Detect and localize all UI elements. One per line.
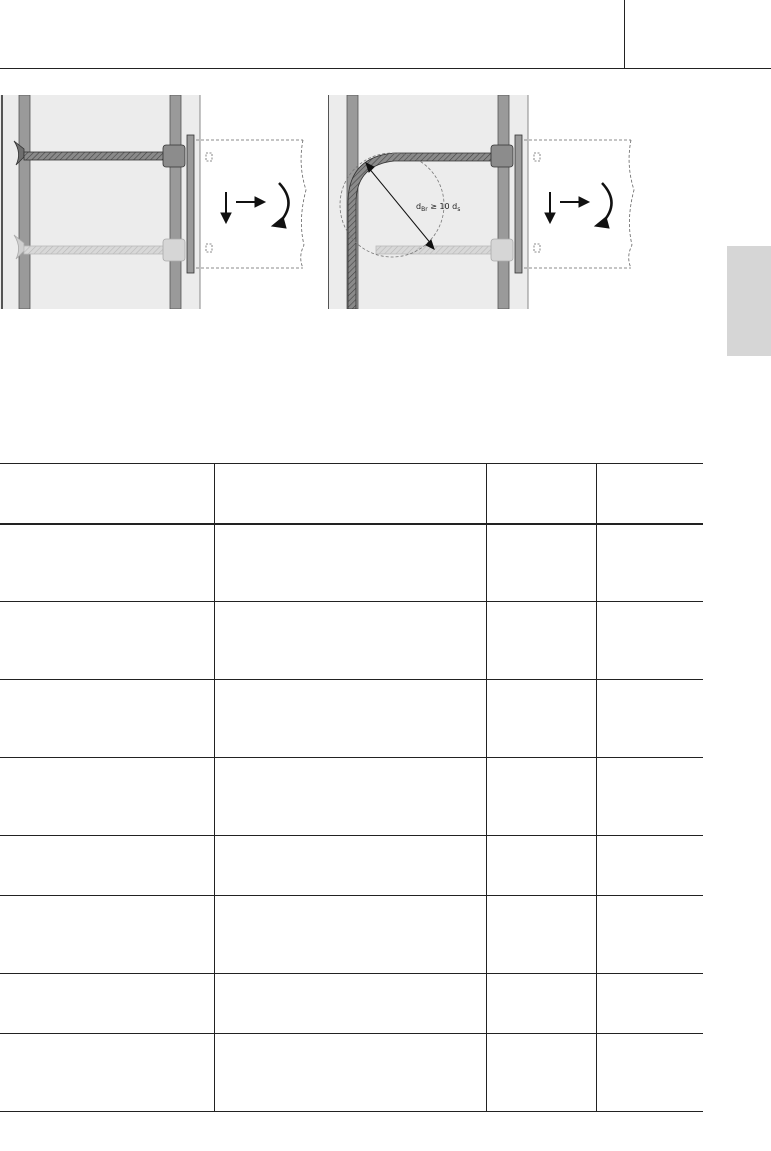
table-cell <box>595 601 703 680</box>
table-row <box>0 679 703 758</box>
coupler-lower <box>490 238 514 262</box>
table-cell <box>0 601 214 680</box>
table-cell <box>595 1033 703 1112</box>
table-cell <box>0 1033 214 1112</box>
spec-table <box>0 463 703 1112</box>
table-cell <box>213 679 486 758</box>
table-cell <box>485 601 596 680</box>
table-cell <box>595 895 703 974</box>
table-cell <box>485 679 596 758</box>
vertical-rebar-right <box>497 95 510 309</box>
coupler-upper <box>490 144 514 168</box>
table-header-row <box>0 463 703 525</box>
table-cell <box>213 757 486 836</box>
table-cell <box>213 601 486 680</box>
table-cell <box>213 895 486 974</box>
end-plate <box>186 134 195 274</box>
table-cell <box>0 835 214 896</box>
table-cell <box>595 679 703 758</box>
end-plate <box>514 134 523 274</box>
table-cell <box>0 973 214 1034</box>
table-row <box>0 895 703 974</box>
table-header-cell <box>595 463 703 525</box>
anchor-bar-lower <box>23 245 165 255</box>
figure-anchor-straight-drawing <box>0 95 307 309</box>
table-row <box>0 601 703 680</box>
table-cell <box>485 835 596 896</box>
table-row <box>0 1033 703 1112</box>
vertical-rebar-left <box>18 95 31 309</box>
figure-anchor-bent: dBr ≥ 10 ds <box>328 95 638 309</box>
table-cell <box>595 973 703 1034</box>
table-cell <box>0 679 214 758</box>
figure-anchor-straight <box>0 95 310 309</box>
table-header-cell <box>0 463 214 525</box>
vertical-rebar-right <box>169 95 182 309</box>
coupler-upper <box>162 144 186 168</box>
table-cell <box>485 973 596 1034</box>
table-header-cell <box>485 463 596 525</box>
anchor-bar-lower <box>375 245 493 255</box>
table-cell <box>213 1033 486 1112</box>
side-tab-marker <box>727 246 771 356</box>
anchor-bar-upper <box>23 151 165 161</box>
table-cell <box>595 523 703 602</box>
table-cell <box>595 757 703 836</box>
load-arrows-icon <box>544 182 613 229</box>
table-cell <box>485 1033 596 1112</box>
table-cell <box>595 835 703 896</box>
table-row <box>0 835 703 896</box>
table-row <box>0 973 703 1034</box>
header-rule <box>0 68 771 69</box>
table-cell <box>213 835 486 896</box>
table-cell <box>485 757 596 836</box>
table-cell <box>0 895 214 974</box>
table-row <box>0 757 703 836</box>
table-cell <box>485 523 596 602</box>
header-divider <box>624 0 625 69</box>
coupler-lower <box>162 238 186 262</box>
load-arrows-icon <box>220 182 290 229</box>
table-cell <box>0 757 214 836</box>
spec-table-wrapper <box>0 463 703 1112</box>
table-cell <box>0 523 214 602</box>
table-cell <box>213 523 486 602</box>
table-header-cell <box>213 463 486 525</box>
figure-anchor-bent-drawing: dBr ≥ 10 ds <box>328 95 635 309</box>
table-cell <box>213 973 486 1034</box>
table-cell <box>485 895 596 974</box>
table-row <box>0 523 703 602</box>
